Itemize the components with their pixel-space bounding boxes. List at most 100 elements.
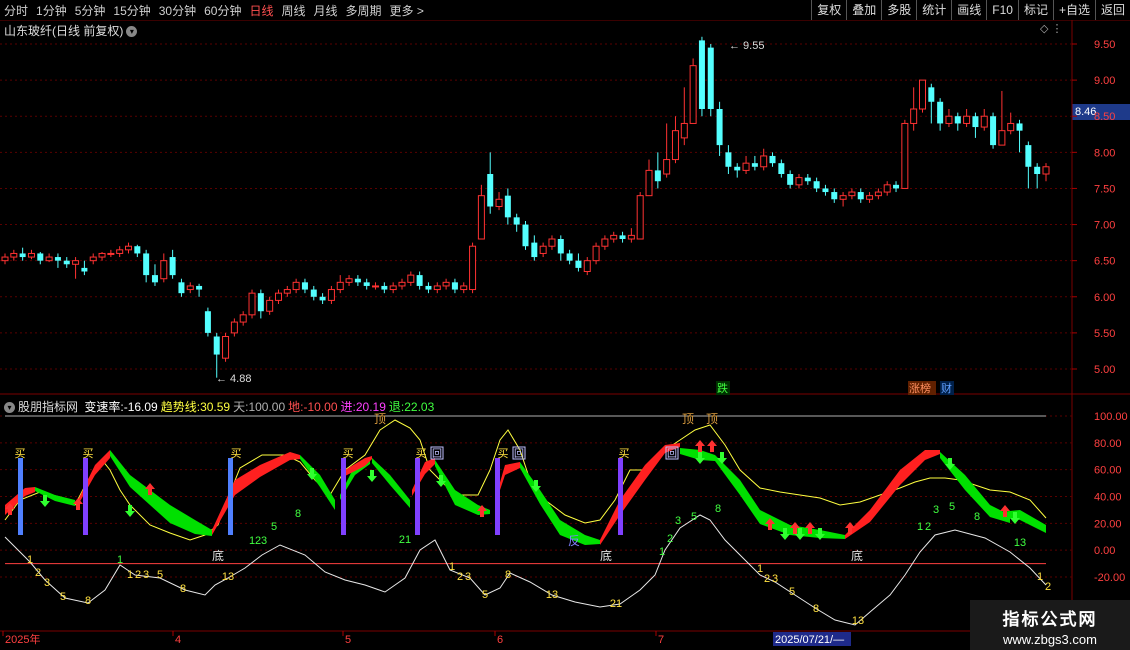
candle-body: [196, 285, 203, 290]
buy-label: 买: [416, 447, 427, 460]
candle-body: [575, 260, 582, 268]
fib-number: 5: [949, 501, 955, 513]
candle-body: [689, 65, 697, 124]
green-band: [372, 458, 410, 508]
candle-body: [787, 174, 794, 185]
fib-number: 13: [1014, 537, 1026, 549]
fall-badge: 跌: [717, 381, 728, 395]
candle-body: [389, 285, 397, 291]
fib-number: 2: [764, 573, 770, 585]
limit-badge: 涨榜: [909, 381, 931, 395]
buy-bar: [618, 458, 623, 535]
candle-body: [822, 188, 829, 193]
fin-badge: 财: [941, 381, 952, 395]
candle-body: [910, 108, 918, 124]
buy-label: 买: [83, 447, 94, 460]
down-arrow-icon: [125, 505, 135, 517]
candle-body: [186, 285, 194, 291]
candle-body: [178, 282, 185, 294]
bottom-label: 底: [600, 548, 612, 563]
candle-body: [89, 256, 97, 262]
price-axis-label: 5.00: [1094, 364, 1115, 376]
candle-body: [442, 281, 450, 287]
fib-number: 1: [1037, 571, 1043, 583]
candle-body: [292, 281, 300, 291]
bottom-label: 底: [851, 548, 863, 563]
chart-canvas[interactable]: 9.50 9.00 8.50 8.00 7.50 7.00 6.50 6.00 5.50 5.00…: [0, 0, 1130, 650]
fib-number: 3: [772, 573, 778, 585]
candle-body: [495, 198, 503, 207]
candle-body: [831, 192, 838, 200]
time-axis-label: 4: [175, 634, 181, 646]
candle-body: [901, 122, 909, 189]
fib-number: 5: [691, 511, 697, 523]
candle-body: [918, 79, 926, 110]
candle-body: [627, 234, 635, 240]
candle-body: [310, 289, 317, 297]
candle-body: [522, 224, 529, 247]
candle-body: [151, 275, 158, 283]
top-label: 顶: [682, 412, 694, 426]
fib-number: 13: [852, 615, 864, 627]
fib-number: 2: [925, 521, 931, 533]
candle-body: [654, 170, 661, 182]
candle-body: [230, 321, 238, 334]
candle-body: [1, 256, 9, 262]
fib-number: 2: [135, 569, 141, 581]
indicator-axis-label: 100.00: [1094, 411, 1128, 423]
price-axis-label: 7.00: [1094, 220, 1115, 232]
candle-body: [266, 299, 274, 312]
candle-body: [663, 159, 671, 175]
fib-number: 2: [667, 533, 673, 545]
candle-body: [319, 296, 326, 301]
candle-body: [804, 177, 811, 182]
candle-body: [778, 163, 785, 174]
indicator-axis-label: 0.00: [1094, 545, 1115, 557]
candle-body: [160, 260, 168, 280]
watermark-line1: 指标公式网: [1002, 610, 1098, 629]
candle-body: [857, 192, 864, 200]
candle-body: [883, 184, 891, 193]
candle-body: [734, 166, 741, 171]
candle-body: [760, 155, 768, 168]
price-axis-label: 6.50: [1094, 256, 1115, 268]
candle-body: [742, 162, 750, 171]
price-axis-label: 6.00: [1094, 292, 1115, 304]
up-arrow-icon: [707, 440, 717, 452]
buy-bar: [415, 458, 420, 535]
candle-body: [751, 163, 758, 167]
back-label: 回: [514, 448, 524, 460]
green-band: [300, 455, 335, 510]
watermark-line2: www.zbgs3.com: [1003, 632, 1097, 647]
fib-number: 8: [813, 603, 819, 615]
candle-body: [283, 289, 291, 294]
red-band: [212, 452, 300, 535]
price-axis-label: 5.50: [1094, 328, 1115, 340]
price-axis-label: 8.50: [1094, 111, 1115, 123]
candle-body: [222, 336, 230, 359]
fib-number: 2: [1045, 581, 1051, 593]
buy-bar: [83, 458, 88, 535]
fib-number: 8: [715, 503, 721, 515]
candle-body: [504, 195, 511, 218]
top-label: 顶: [706, 412, 718, 426]
candle-body: [345, 278, 353, 283]
fib-number: 13: [222, 571, 234, 583]
watermark: 指标公式网 www.zbgs3.com: [970, 600, 1130, 650]
candle-body: [619, 235, 626, 239]
candle-body: [381, 285, 388, 290]
candle-body: [548, 238, 556, 247]
candle-body: [893, 184, 900, 189]
candle-body: [769, 155, 776, 164]
price-axis-label: 9.00: [1094, 75, 1115, 87]
price-axis-label: 8.00: [1094, 147, 1115, 159]
candle-body: [433, 285, 441, 291]
indicator-axis-label: 60.00: [1094, 465, 1122, 477]
candle-body: [716, 109, 723, 146]
candle-body: [707, 47, 714, 109]
fib-number: 3: [933, 504, 939, 516]
fib-number: 2: [35, 567, 41, 579]
candle-body: [477, 195, 485, 240]
candle-body: [990, 116, 997, 146]
up-arrow-icon: [73, 498, 83, 510]
